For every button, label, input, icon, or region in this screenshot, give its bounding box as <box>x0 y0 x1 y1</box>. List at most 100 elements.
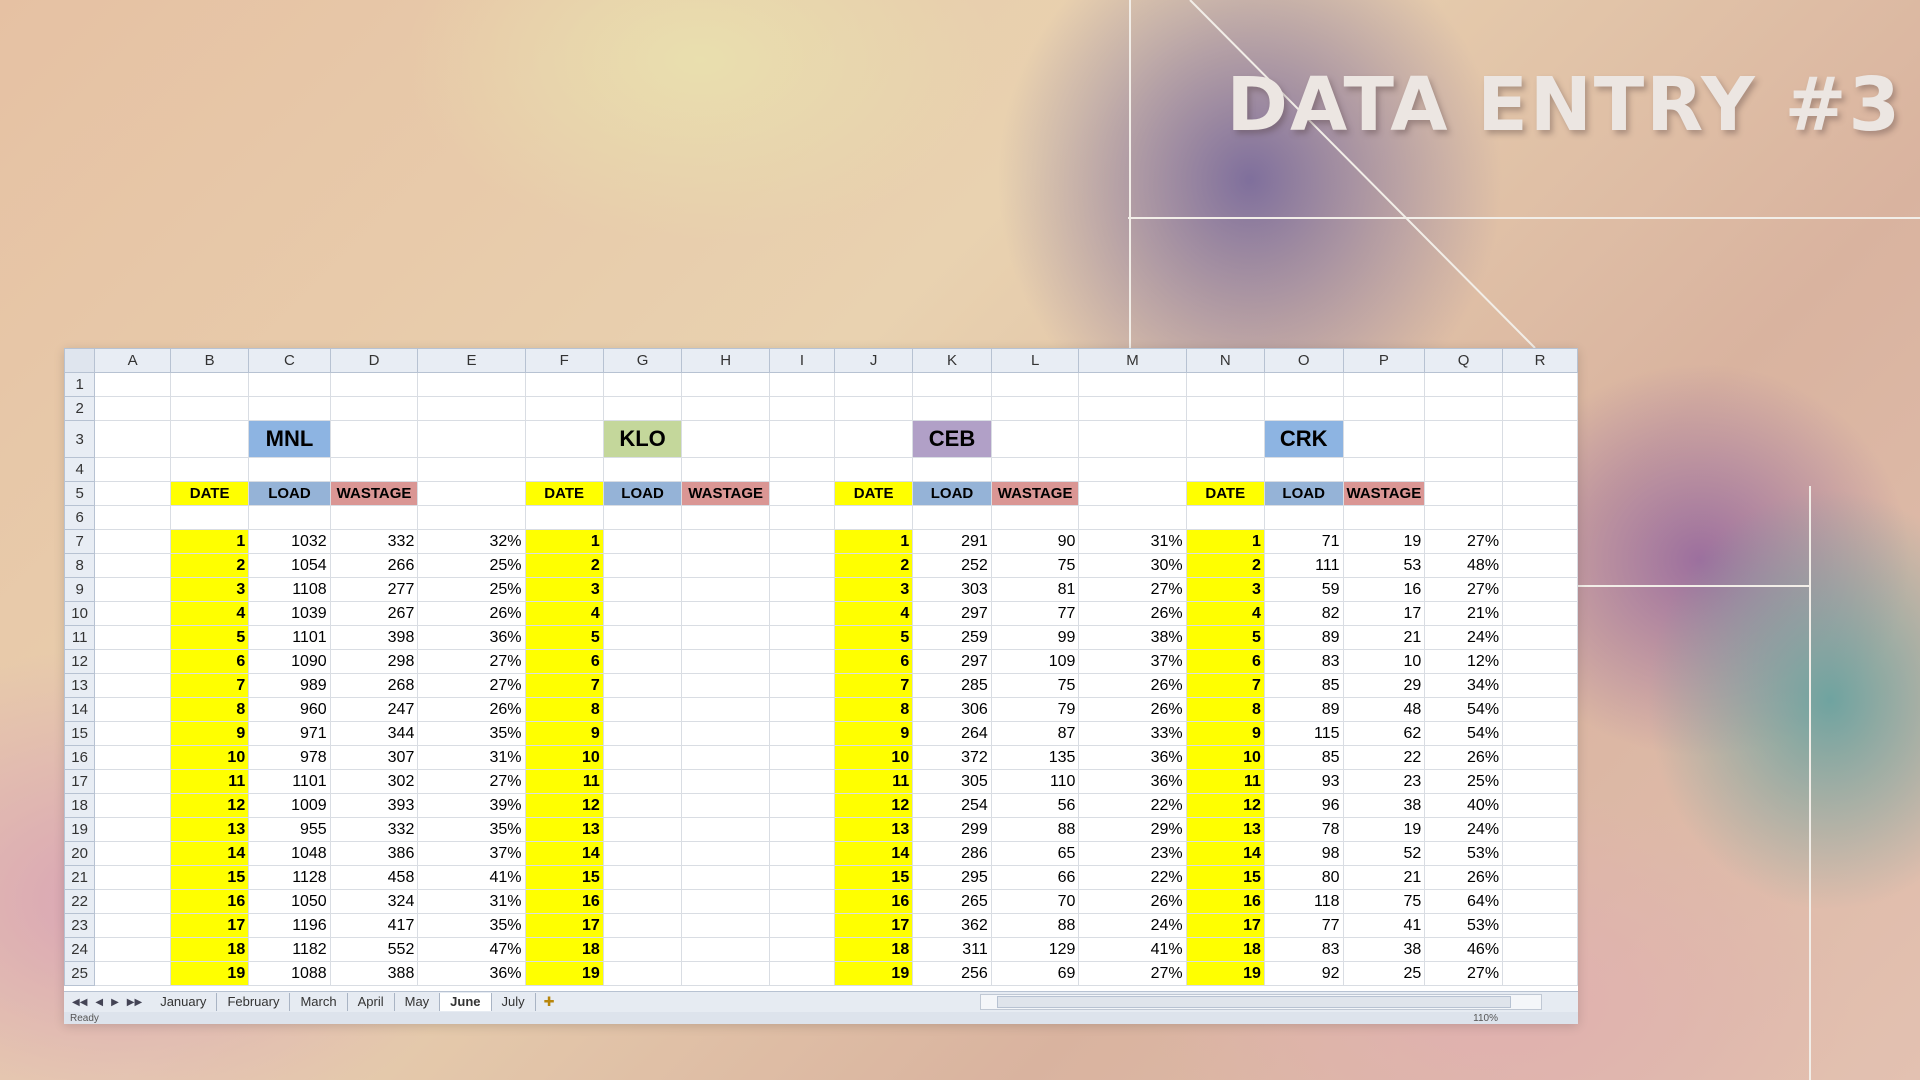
percent-cell[interactable]: 25% <box>417 553 526 578</box>
cell[interactable] <box>681 913 770 938</box>
wastage-cell[interactable]: 23 <box>1342 769 1426 794</box>
column-header-a[interactable]: A <box>94 348 171 373</box>
wastage-cell[interactable]: 38 <box>1342 793 1426 818</box>
cell[interactable] <box>524 420 604 458</box>
cell[interactable] <box>1502 553 1578 578</box>
percent-cell[interactable]: 54% <box>1424 721 1504 746</box>
cell[interactable] <box>602 745 683 770</box>
zoom-level[interactable]: 110% <box>1473 1013 1498 1024</box>
cell[interactable] <box>329 457 419 482</box>
wastage-header[interactable]: WASTAGE <box>681 481 770 506</box>
cell[interactable] <box>681 889 770 914</box>
date-cell[interactable]: 5 <box>833 625 914 650</box>
date-cell[interactable]: 11 <box>169 769 250 794</box>
wastage-cell[interactable]: 88 <box>990 817 1080 842</box>
date-cell[interactable]: 17 <box>833 913 914 938</box>
row-header[interactable]: 8 <box>64 553 96 578</box>
row-header[interactable]: 20 <box>64 841 96 866</box>
date-header[interactable]: DATE <box>1185 481 1265 506</box>
cell[interactable] <box>169 396 250 421</box>
row-header[interactable]: 21 <box>64 865 96 890</box>
cell[interactable] <box>169 457 250 482</box>
cell[interactable] <box>681 865 770 890</box>
cell[interactable] <box>94 505 171 530</box>
first-sheet-icon[interactable]: ◀◀ <box>72 997 87 1008</box>
cell[interactable] <box>524 505 604 530</box>
load-header[interactable]: LOAD <box>912 481 992 506</box>
select-all-corner[interactable] <box>64 348 96 373</box>
cell[interactable] <box>912 505 992 530</box>
date-cell[interactable]: 3 <box>1185 577 1265 602</box>
cell[interactable] <box>1185 505 1265 530</box>
cell[interactable] <box>1502 769 1578 794</box>
cell[interactable] <box>602 601 683 626</box>
cell[interactable] <box>1424 420 1504 458</box>
wastage-cell[interactable]: 90 <box>990 529 1080 554</box>
date-cell[interactable]: 5 <box>1185 625 1265 650</box>
cell[interactable] <box>248 457 331 482</box>
cell[interactable] <box>94 793 171 818</box>
date-cell[interactable]: 17 <box>1185 913 1265 938</box>
date-cell[interactable]: 4 <box>1185 601 1265 626</box>
cell[interactable] <box>602 625 683 650</box>
percent-cell[interactable]: 26% <box>1424 745 1504 770</box>
cell[interactable] <box>1078 420 1187 458</box>
wastage-cell[interactable]: 38 <box>1342 937 1426 962</box>
column-header-g[interactable]: G <box>602 348 683 373</box>
row-header[interactable]: 13 <box>64 673 96 698</box>
percent-cell[interactable]: 46% <box>1424 937 1504 962</box>
cell[interactable] <box>1263 396 1344 421</box>
row-header[interactable]: 10 <box>64 601 96 626</box>
cell[interactable] <box>329 420 419 458</box>
row-header[interactable]: 16 <box>64 745 96 770</box>
load-cell[interactable]: 960 <box>248 697 331 722</box>
cell[interactable] <box>769 372 835 397</box>
wastage-cell[interactable]: 22 <box>1342 745 1426 770</box>
date-cell[interactable]: 14 <box>833 841 914 866</box>
cell[interactable] <box>1502 601 1578 626</box>
date-cell[interactable]: 4 <box>524 601 604 626</box>
cell[interactable] <box>602 865 683 890</box>
date-cell[interactable]: 11 <box>1185 769 1265 794</box>
percent-cell[interactable]: 53% <box>1424 913 1504 938</box>
cell[interactable] <box>1185 372 1265 397</box>
column-header-j[interactable]: J <box>833 348 914 373</box>
percent-cell[interactable]: 26% <box>1424 865 1504 890</box>
cell[interactable] <box>1078 481 1187 506</box>
percent-cell[interactable]: 22% <box>1078 793 1187 818</box>
date-cell[interactable]: 14 <box>524 841 604 866</box>
wastage-header[interactable]: WASTAGE <box>990 481 1080 506</box>
percent-cell[interactable]: 40% <box>1424 793 1504 818</box>
cell[interactable] <box>769 721 835 746</box>
percent-cell[interactable]: 21% <box>1424 601 1504 626</box>
percent-cell[interactable]: 22% <box>1078 865 1187 890</box>
wastage-cell[interactable]: 52 <box>1342 841 1426 866</box>
cell[interactable] <box>681 601 770 626</box>
wastage-cell[interactable]: 17 <box>1342 601 1426 626</box>
cell[interactable] <box>769 396 835 421</box>
cell[interactable] <box>94 553 171 578</box>
wastage-cell[interactable]: 268 <box>329 673 419 698</box>
cell[interactable] <box>1424 457 1504 482</box>
percent-cell[interactable]: 47% <box>417 937 526 962</box>
cell[interactable] <box>329 396 419 421</box>
cell[interactable] <box>1502 649 1578 674</box>
load-cell[interactable]: 83 <box>1263 937 1344 962</box>
date-cell[interactable]: 15 <box>169 865 250 890</box>
cell[interactable] <box>248 505 331 530</box>
percent-cell[interactable]: 37% <box>1078 649 1187 674</box>
percent-cell[interactable]: 27% <box>1424 529 1504 554</box>
load-cell[interactable]: 372 <box>912 745 992 770</box>
cell[interactable] <box>681 817 770 842</box>
date-cell[interactable]: 8 <box>524 697 604 722</box>
cell[interactable] <box>602 937 683 962</box>
percent-cell[interactable]: 27% <box>1078 577 1187 602</box>
wastage-cell[interactable]: 324 <box>329 889 419 914</box>
load-cell[interactable]: 85 <box>1263 673 1344 698</box>
cell[interactable] <box>1502 625 1578 650</box>
row-header[interactable]: 12 <box>64 649 96 674</box>
cell[interactable] <box>1502 420 1578 458</box>
date-cell[interactable]: 10 <box>169 745 250 770</box>
section-title-klo[interactable]: KLO <box>602 420 683 458</box>
cell[interactable] <box>833 420 914 458</box>
